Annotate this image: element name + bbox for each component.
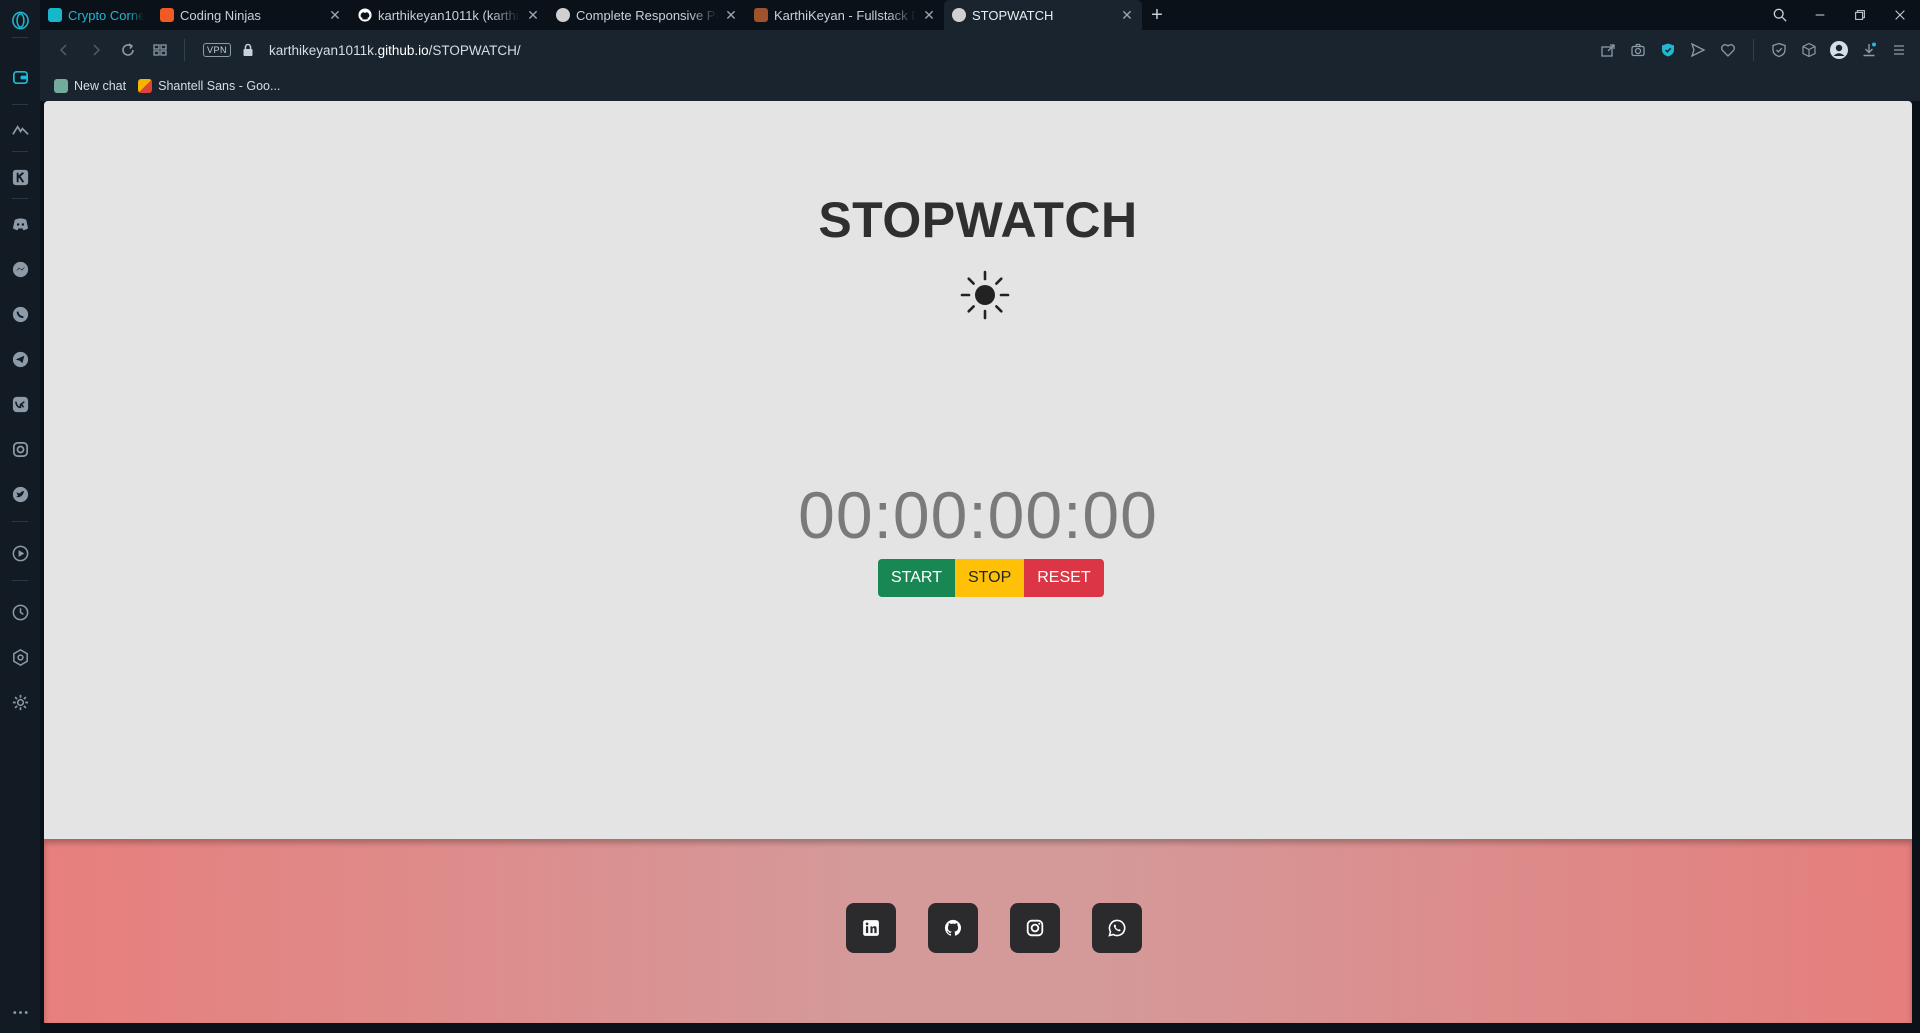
stop-button[interactable]: STOP: [954, 559, 1025, 597]
bookmark-label: Shantell Sans - Goo...: [158, 78, 281, 93]
instagram-sidebar-icon[interactable]: [7, 436, 33, 462]
tab-coding-ninjas[interactable]: Coding Ninjas ✕: [152, 0, 350, 30]
sidebar-divider: [12, 104, 28, 105]
page-title: STOPWATCH: [818, 192, 1138, 248]
settings-gear-icon[interactable]: [7, 689, 33, 715]
social-links: [846, 903, 1142, 953]
address-divider: [1753, 39, 1754, 61]
github-icon[interactable]: [928, 903, 978, 953]
whatsapp-sidebar-icon[interactable]: [7, 301, 33, 327]
crypto-wallet-icon[interactable]: [7, 64, 33, 90]
cube-extension-icon[interactable]: [1796, 35, 1822, 65]
easy-setup-menu-icon[interactable]: [1886, 35, 1912, 65]
twitter-icon[interactable]: [7, 481, 33, 507]
more-dots-icon[interactable]: [7, 999, 33, 1025]
tab-stopwatch[interactable]: STOPWATCH ✕: [944, 0, 1142, 30]
discord-icon[interactable]: [7, 211, 33, 237]
close-tab-icon[interactable]: ✕: [922, 7, 936, 23]
camera-snapshot-icon[interactable]: [1625, 35, 1651, 65]
minimize-icon[interactable]: [1800, 0, 1840, 30]
tab-grid-icon[interactable]: [144, 35, 176, 65]
player-icon[interactable]: [7, 540, 33, 566]
start-button[interactable]: START: [878, 559, 955, 597]
opera-logo-icon[interactable]: [7, 7, 33, 33]
tab-title: Coding Ninjas: [180, 7, 261, 23]
sidebar-divider: [12, 580, 28, 581]
vpn-badge[interactable]: VPN: [203, 43, 232, 57]
send-icon[interactable]: [1685, 35, 1711, 65]
bookmark-new-chat[interactable]: New chat: [54, 78, 127, 93]
window-bottom-edge: [40, 1023, 1920, 1033]
tab-karthikeyan-dev[interactable]: KarthiKeyan - Fullstack Developer ✕: [746, 0, 944, 30]
sidebar-divider: [12, 521, 28, 522]
sidebar-divider: [12, 37, 28, 38]
tab-title: Crypto Corner: [68, 7, 144, 23]
timer-display: 00:00:00:00: [798, 478, 1158, 552]
bookmark-shantell-sans[interactable]: Shantell Sans - Goo...: [138, 78, 281, 93]
vk-icon[interactable]: [7, 391, 33, 417]
search-tabs-icon[interactable]: [1760, 0, 1800, 30]
aria-icon[interactable]: [7, 117, 33, 143]
github-favicon-icon: [358, 8, 372, 22]
adblock-shield-icon[interactable]: [1655, 35, 1681, 65]
address-bar: VPN karthikeyan1011k.github.io/STOPWATCH…: [40, 30, 1920, 70]
tab-strip: Crypto Corner Coding Ninjas ✕ karthikeya…: [40, 0, 1920, 30]
lock-icon[interactable]: [241, 43, 255, 57]
security-check-icon[interactable]: [1766, 35, 1792, 65]
chatgpt-icon: [54, 78, 68, 93]
sun-icon[interactable]: [958, 268, 1012, 322]
tab-github-profile[interactable]: karthikeyan1011k (karthikeyan1011k) ✕: [350, 0, 548, 30]
extensions-icon[interactable]: [7, 644, 33, 670]
coding-ninjas-favicon-icon: [160, 8, 174, 22]
stopwatch-controls: START STOP RESET: [878, 559, 1104, 597]
tab-crypto-corner[interactable]: Crypto Corner: [40, 0, 152, 30]
address-bar-actions: [1595, 35, 1912, 65]
share-icon[interactable]: [1595, 35, 1621, 65]
browser-sidebar: [0, 0, 40, 1033]
forward-arrow-icon[interactable]: [80, 35, 112, 65]
url-field[interactable]: karthikeyan1011k.github.io/STOPWATCH/: [269, 43, 521, 58]
globe-favicon-icon: [556, 8, 570, 22]
karthikeyan-favicon-icon: [754, 8, 768, 22]
crypto-corner-favicon-icon: [48, 8, 62, 22]
sidebar-divider: [12, 151, 28, 152]
bookmark-label: New chat: [74, 78, 127, 93]
page-viewport: STOPWATCH 00:00:00:00 START STOP RESET: [44, 101, 1912, 1023]
linkedin-icon[interactable]: [846, 903, 896, 953]
close-window-icon[interactable]: [1880, 0, 1920, 30]
reset-button[interactable]: RESET: [1024, 559, 1104, 597]
footer: [44, 839, 1912, 1023]
heart-bookmark-icon[interactable]: [1715, 35, 1741, 65]
sidebar-divider: [12, 198, 28, 199]
history-icon[interactable]: [7, 599, 33, 625]
url-host: github.io: [377, 42, 429, 58]
reload-icon[interactable]: [112, 35, 144, 65]
new-tab-button[interactable]: +: [1142, 0, 1172, 30]
address-divider: [184, 39, 185, 61]
bookmark-k-icon[interactable]: [7, 164, 33, 190]
close-tab-icon[interactable]: ✕: [1120, 7, 1134, 23]
whatsapp-icon[interactable]: [1092, 903, 1142, 953]
back-arrow-icon[interactable]: [48, 35, 80, 65]
tab-title: karthikeyan1011k (karthikeyan1011k): [378, 7, 520, 23]
globe-favicon-icon: [952, 8, 966, 22]
close-tab-icon[interactable]: ✕: [526, 7, 540, 23]
tab-title: STOPWATCH: [972, 7, 1054, 23]
messenger-icon[interactable]: [7, 256, 33, 282]
tab-title: Complete Responsive Personal Portfolio: [576, 7, 718, 23]
google-fonts-icon: [138, 78, 153, 93]
profile-avatar-icon[interactable]: [1826, 35, 1852, 65]
tab-title: KarthiKeyan - Fullstack Developer: [774, 7, 916, 23]
bookmarks-bar: New chat Shantell Sans - Goo...: [40, 70, 1920, 101]
close-tab-icon[interactable]: ✕: [328, 7, 342, 23]
telegram-icon[interactable]: [7, 346, 33, 372]
tab-portfolio[interactable]: Complete Responsive Personal Portfolio ✕: [548, 0, 746, 30]
url-path: /STOPWATCH/: [428, 42, 521, 58]
restore-icon[interactable]: [1840, 0, 1880, 30]
downloads-icon[interactable]: [1856, 35, 1882, 65]
close-tab-icon[interactable]: ✕: [724, 7, 738, 23]
window-controls: [1760, 0, 1920, 30]
instagram-icon[interactable]: [1010, 903, 1060, 953]
url-prefix: karthikeyan1011k.: [269, 42, 378, 58]
